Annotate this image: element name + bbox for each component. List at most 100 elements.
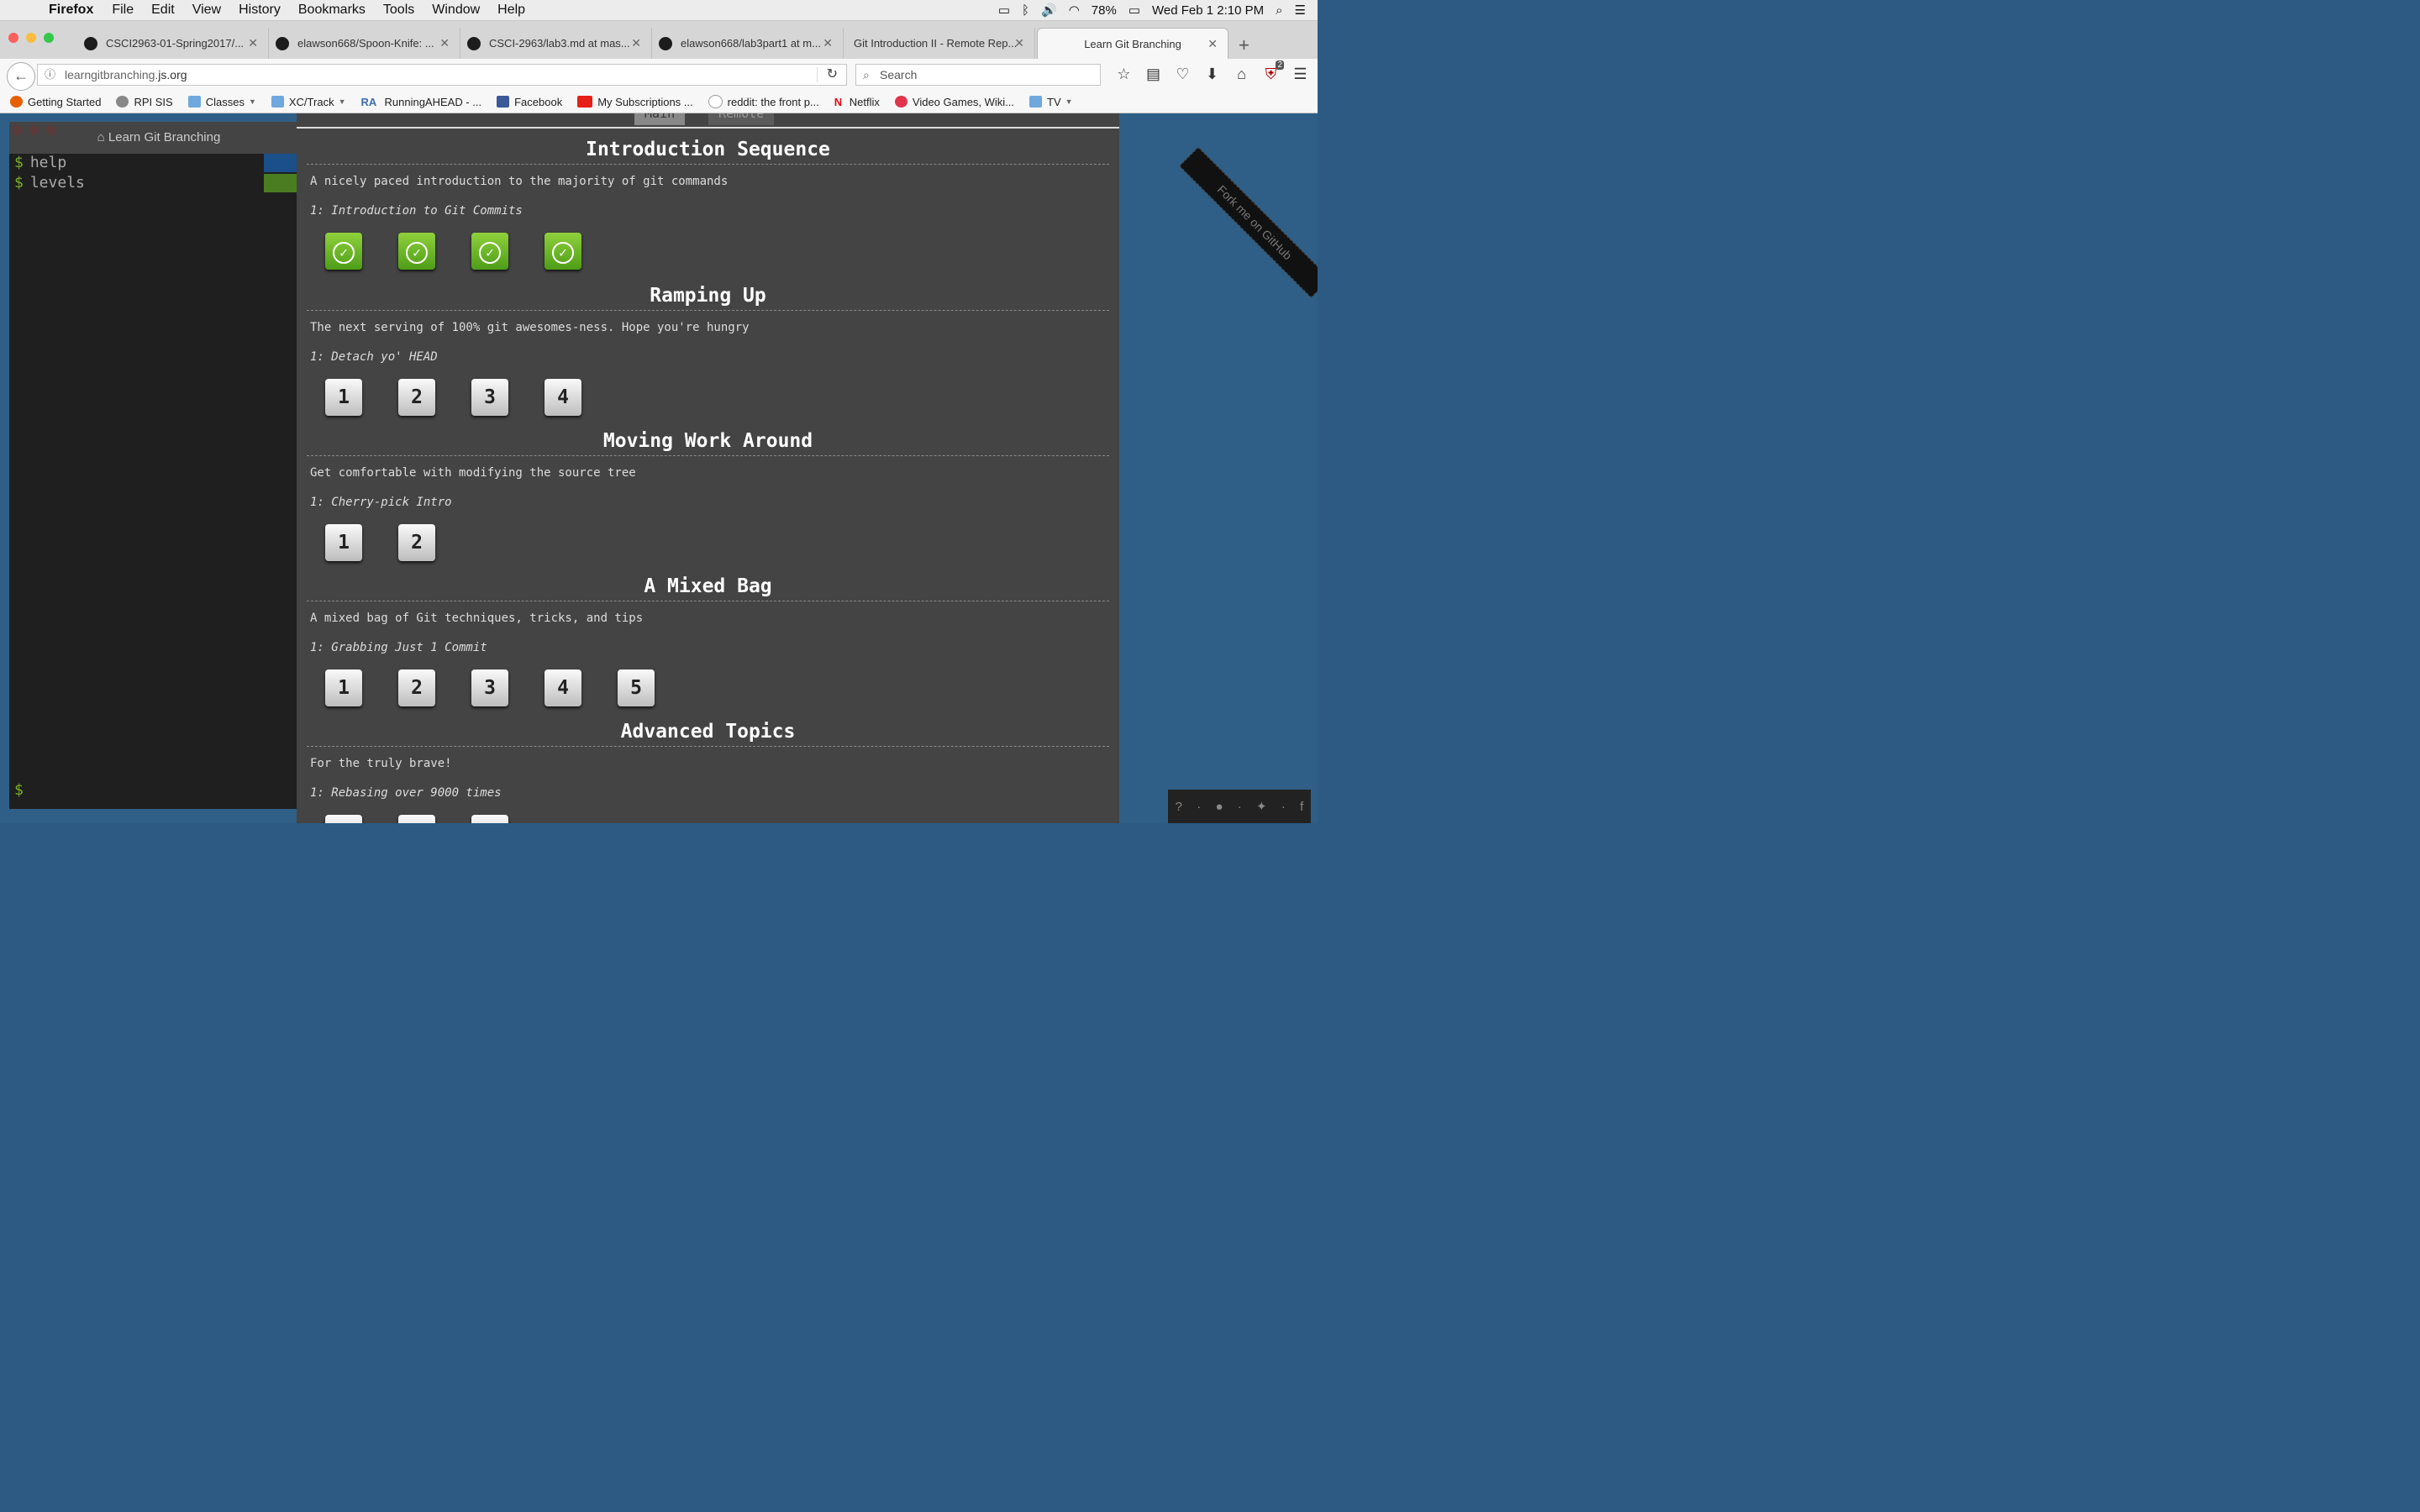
netflix-icon: N <box>834 96 843 108</box>
level-button[interactable]: 1 <box>325 524 362 561</box>
tab-lab3part1[interactable]: elawson668/lab3part1 at m... ✕ <box>655 28 844 59</box>
bookmark-folder-classes[interactable]: Classes ▼ <box>187 96 256 108</box>
downloads-icon[interactable]: ⬇ <box>1197 66 1227 83</box>
close-window-button[interactable] <box>8 33 18 43</box>
bookmark-youtube-subscriptions[interactable]: My Subscriptions ... <box>577 95 693 108</box>
dot-separator: · <box>1237 799 1242 814</box>
url-domain: js.org <box>158 68 187 81</box>
level-button[interactable]: 4 <box>544 669 581 706</box>
level-button[interactable]: 3 <box>471 669 508 706</box>
tab-title: elawson668/lab3part1 at m... <box>681 37 821 50</box>
bookmark-folder-xc-track[interactable]: XC/Track ▼ <box>271 96 346 108</box>
pocket-icon[interactable]: ♡ <box>1168 66 1197 83</box>
level-button[interactable]: 2 <box>398 669 435 706</box>
app-menu[interactable]: Firefox <box>49 3 93 18</box>
level-button[interactable] <box>325 815 362 823</box>
bookmark-reddit[interactable]: reddit: the front p... <box>708 95 819 108</box>
bookmark-facebook[interactable]: Facebook <box>497 96 562 108</box>
level-button[interactable]: 2 <box>398 524 435 561</box>
level-button-completed[interactable]: ✓ <box>325 233 362 270</box>
spotlight-icon[interactable]: ⌕ <box>1276 3 1282 18</box>
level-button[interactable]: 4 <box>544 379 581 416</box>
ublock-icon[interactable]: ⛨ 2 <box>1256 60 1286 83</box>
tab-remote[interactable]: Remote <box>708 113 775 125</box>
tab-lab3-md[interactable]: CSCI-2963/lab3.md at mas... ✕ <box>464 28 652 59</box>
github-icon[interactable]: ● <box>1215 800 1223 814</box>
wifi-icon[interactable]: ◠ <box>1069 3 1080 18</box>
notification-center-icon[interactable]: ☰ <box>1295 3 1306 18</box>
level-name: 1: Introduction to Git Commits <box>310 204 523 218</box>
bookmark-star-icon[interactable]: ☆ <box>1109 66 1139 83</box>
tab-title: Git Introduction II - Remote Rep... <box>854 37 1018 50</box>
close-tab-icon[interactable]: ✕ <box>248 36 258 50</box>
level-button[interactable] <box>398 815 435 823</box>
search-input[interactable]: ⌕ Search <box>855 64 1101 86</box>
twitter-icon[interactable]: ✦ <box>1256 799 1267 814</box>
level-button[interactable]: 2 <box>398 379 435 416</box>
checkmark-icon: ✓ <box>479 242 501 264</box>
close-tab-icon[interactable]: ✕ <box>1207 37 1218 51</box>
url-bar[interactable]: ⓘ learngitbranching.js.org ↻ <box>37 64 847 86</box>
bookmark-rpi-sis[interactable]: RPI SIS <box>116 96 173 108</box>
back-button[interactable]: ← <box>7 62 35 91</box>
github-icon <box>84 37 97 50</box>
site-info-icon[interactable]: ⓘ <box>45 65 55 85</box>
menu-bookmarks[interactable]: Bookmarks <box>298 3 366 18</box>
bookmark-getting-started[interactable]: Getting Started <box>10 96 101 108</box>
help-icon[interactable]: ? <box>1176 800 1182 814</box>
close-tab-icon[interactable]: ✕ <box>823 36 833 50</box>
volume-icon[interactable]: 🔊 <box>1041 3 1057 18</box>
zoom-window-button[interactable] <box>44 33 54 43</box>
sequence-title: Introduction Sequence <box>307 139 1109 165</box>
clock[interactable]: Wed Feb 1 2:10 PM <box>1152 3 1264 18</box>
menu-help[interactable]: Help <box>497 3 525 18</box>
home-icon[interactable]: ⌂ <box>1227 66 1256 83</box>
level-button[interactable]: 1 <box>325 379 362 416</box>
bookmark-runningahead[interactable]: RA RunningAHEAD - ... <box>361 96 482 109</box>
status-area: ▭ ᛒ 🔊 ◠ 78% ▭ Wed Feb 1 2:10 PM ⌕ ☰ <box>998 0 1318 20</box>
level-buttons: 1 2 3 4 5 <box>325 669 1109 706</box>
menu-tools[interactable]: Tools <box>383 3 414 18</box>
macos-menubar: Firefox File Edit View History Bookmarks… <box>0 0 1318 21</box>
battery-percent[interactable]: 78% <box>1092 3 1117 18</box>
bluetooth-icon[interactable]: ᛒ <box>1022 3 1029 18</box>
close-tab-icon[interactable]: ✕ <box>439 36 450 50</box>
new-tab-button[interactable]: + <box>1239 34 1249 56</box>
tab-spoon-knife[interactable]: elawson668/Spoon-Knife: ... ✕ <box>272 28 460 59</box>
sequence-ramping-up: Ramping Up The next serving of 100% git … <box>307 285 1109 416</box>
fork-on-github-ribbon[interactable]: Fork me on GitHub <box>1179 147 1318 298</box>
level-button[interactable]: 3 <box>471 379 508 416</box>
level-button[interactable]: 5 <box>618 669 655 706</box>
airplay-icon[interactable]: ▭ <box>998 3 1010 18</box>
bookmark-netflix[interactable]: N Netflix <box>834 96 880 109</box>
level-buttons: ✓ ✓ ✓ ✓ <box>325 233 1109 270</box>
tab-learn-git-branching[interactable]: Learn Git Branching ✕ <box>1037 28 1228 59</box>
menu-view[interactable]: View <box>192 3 221 18</box>
facebook-icon[interactable]: f <box>1300 800 1303 814</box>
reload-icon[interactable]: ↻ <box>827 65 838 85</box>
bookmark-label: My Subscriptions ... <box>597 95 693 108</box>
level-button-completed[interactable]: ✓ <box>544 233 581 270</box>
hamburger-menu-icon[interactable]: ☰ <box>1286 66 1315 83</box>
close-tab-icon[interactable]: ✕ <box>631 36 641 50</box>
minimize-window-button[interactable] <box>26 33 36 43</box>
bookmark-video-games-wiki[interactable]: Video Games, Wiki... <box>894 96 1014 108</box>
tab-title: CSCI2963-01-Spring2017/... <box>106 37 245 50</box>
tab-main[interactable]: Main <box>634 113 686 125</box>
terminal-input-prompt[interactable]: $ <box>14 781 24 799</box>
menu-edit[interactable]: Edit <box>151 3 175 18</box>
close-tab-icon[interactable]: ✕ <box>1014 36 1024 50</box>
bookmark-folder-tv[interactable]: TV ▼ <box>1029 96 1073 108</box>
tab-git-introduction[interactable]: Git Introduction II - Remote Rep... ✕ <box>847 28 1035 59</box>
menu-history[interactable]: History <box>239 3 281 18</box>
menu-window[interactable]: Window <box>432 3 480 18</box>
level-button-completed[interactable]: ✓ <box>398 233 435 270</box>
level-button[interactable] <box>471 815 508 823</box>
reader-view-icon[interactable]: ▤ <box>1139 66 1168 83</box>
level-button-completed[interactable]: ✓ <box>471 233 508 270</box>
tab-csci2963-spring[interactable]: CSCI2963-01-Spring2017/... ✕ <box>81 28 269 59</box>
level-button[interactable]: 1 <box>325 669 362 706</box>
sequence-moving-work-around: Moving Work Around Get comfortable with … <box>307 430 1109 561</box>
sequence-description: For the truly brave! <box>310 757 452 770</box>
menu-file[interactable]: File <box>112 3 134 18</box>
